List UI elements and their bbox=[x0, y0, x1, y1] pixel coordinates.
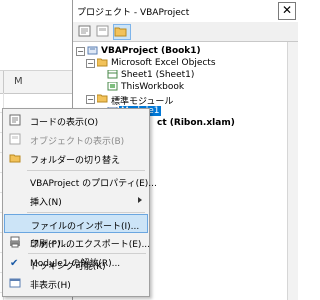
menu-separator bbox=[27, 212, 145, 213]
folder-icon bbox=[9, 154, 21, 163]
menu-label: ファイルのインポート(I)... bbox=[31, 222, 140, 232]
tree-node-ribbon-project[interactable]: ct (Ribon.xlam) bbox=[157, 118, 235, 128]
project-toolbar bbox=[73, 22, 298, 42]
sheet-icon bbox=[107, 70, 118, 79]
menu-label: VBAProject のプロパティ(E)... bbox=[30, 179, 157, 189]
menu-label: フォルダーの切り替え bbox=[30, 156, 121, 166]
vertical-scrollbar[interactable] bbox=[287, 42, 298, 300]
menu-item-import-file[interactable]: ファイルのインポート(I)... bbox=[4, 214, 148, 233]
menu-separator bbox=[27, 170, 145, 171]
tree-node-excel-objects[interactable]: Microsoft Excel Objects bbox=[111, 58, 216, 68]
folder-icon bbox=[97, 58, 108, 67]
close-button[interactable]: ✕ bbox=[278, 2, 296, 20]
collapse-root-icon[interactable]: − bbox=[76, 47, 85, 56]
menu-item-view-code[interactable]: コードの表示(O) bbox=[4, 111, 148, 130]
code-view-icon bbox=[78, 25, 91, 37]
submenu-arrow-icon bbox=[138, 197, 142, 203]
toggle-folders-button[interactable] bbox=[113, 24, 131, 40]
menu-label: Module1 の解放(R)... bbox=[30, 259, 121, 269]
collapse-excel-objects-icon[interactable]: − bbox=[86, 59, 95, 68]
project-titlebar[interactable]: プロジェクト - VBAProject ✕ bbox=[73, 0, 298, 23]
menu-item-remove-module[interactable]: Module1 の解放(R)... bbox=[4, 252, 148, 271]
menu-item-view-object: オブジェクトの表示(B) bbox=[4, 130, 148, 149]
folder-icon bbox=[114, 27, 127, 37]
view-code-button[interactable] bbox=[77, 24, 93, 38]
tree-node-root[interactable]: VBAProject (Book1) bbox=[101, 46, 201, 56]
column-divider bbox=[3, 71, 4, 93]
view-object-button[interactable] bbox=[95, 24, 111, 38]
window-title: プロジェクト - VBAProject bbox=[77, 8, 190, 18]
menu-label: オブジェクトの表示(B) bbox=[30, 137, 125, 147]
workbook-icon bbox=[107, 82, 118, 91]
menu-label: ファイルのエクスポート(E)... bbox=[30, 240, 151, 250]
collapse-modules-icon[interactable]: − bbox=[86, 95, 95, 104]
context-menu: コードの表示(O) オブジェクトの表示(B) フォルダーの切り替え VBAPro… bbox=[2, 108, 157, 297]
menu-label: 挿入(N) bbox=[30, 198, 62, 208]
tree-node-thisworkbook[interactable]: ThisWorkbook bbox=[121, 82, 184, 92]
menu-spacer bbox=[4, 271, 148, 272]
object-icon bbox=[9, 133, 21, 145]
menu-item-project-properties[interactable]: VBAProject のプロパティ(E)... bbox=[4, 172, 157, 191]
menu-item-insert[interactable]: 挿入(N) bbox=[4, 191, 148, 210]
tree-node-sheet1[interactable]: Sheet1 (Sheet1) bbox=[121, 70, 194, 80]
column-label-m: M bbox=[14, 76, 23, 87]
object-view-icon bbox=[96, 25, 109, 37]
folder-icon bbox=[97, 94, 108, 103]
menu-item-export-file[interactable]: ファイルのエクスポート(E)... bbox=[4, 233, 151, 252]
code-icon bbox=[9, 114, 21, 126]
vba-project-icon bbox=[87, 46, 98, 55]
menu-label: コードの表示(O) bbox=[30, 118, 99, 128]
column-header[interactable]: M bbox=[0, 70, 75, 94]
menu-item-toggle-folders[interactable]: フォルダーの切り替え bbox=[4, 149, 148, 168]
